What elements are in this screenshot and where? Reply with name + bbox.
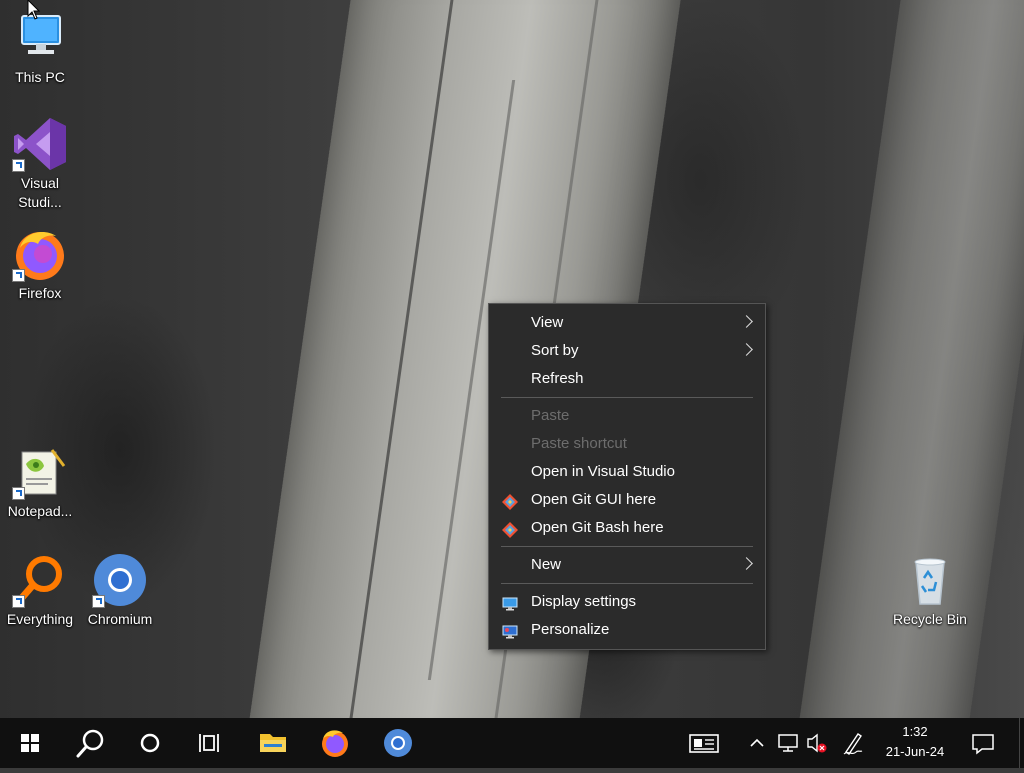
recycle-bin-icon	[902, 552, 958, 608]
cortana-circle-icon	[140, 733, 160, 753]
task-view-button[interactable]	[185, 718, 235, 768]
menu-item-label: Open Git GUI here	[531, 491, 657, 508]
start-button[interactable]	[5, 718, 55, 768]
menu-item-open-in-visual-studio[interactable]: Open in Visual Studio	[489, 458, 765, 486]
desktop-icon-visual-studio[interactable]: Visual Studi...	[1, 116, 79, 212]
git-gui-icon	[502, 492, 518, 510]
taskbar-firefox[interactable]	[310, 718, 360, 768]
desktop-icon-label: Visual Studi...	[18, 175, 62, 210]
menu-separator	[501, 546, 753, 547]
desktop-icon-label: Everything	[6, 611, 74, 627]
display-icon	[502, 594, 518, 611]
personalize-icon	[502, 622, 518, 639]
menu-item-refresh[interactable]: Refresh	[489, 365, 765, 393]
chromium-icon	[92, 552, 148, 608]
menu-item-label: Open Git Bash here	[531, 519, 664, 536]
desktop-icon-firefox[interactable]: Firefox	[1, 226, 79, 303]
notepad-plus-plus-icon	[12, 444, 68, 500]
mouse-cursor-icon	[27, 0, 41, 25]
network-icon	[778, 734, 798, 752]
chevron-right-icon	[740, 315, 753, 328]
desktop[interactable]: This PC Visual Studi... Firefox Notepad.…	[0, 0, 1024, 718]
menu-item-open-git-gui[interactable]: Open Git GUI here	[489, 486, 765, 514]
pen-icon	[843, 733, 863, 755]
volume-button[interactable]	[804, 718, 832, 768]
taskbar-clock[interactable]: 1:32 21-Jun-24	[876, 722, 954, 762]
desktop-icon-label: Notepad...	[7, 503, 73, 519]
menu-separator	[501, 583, 753, 584]
cortana-button[interactable]	[125, 718, 175, 768]
menu-item-paste: Paste	[489, 402, 765, 430]
menu-item-label: Paste shortcut	[531, 435, 627, 452]
desktop-icon-recycle-bin[interactable]: Recycle Bin	[891, 552, 969, 629]
menu-item-label: View	[531, 314, 564, 331]
chevron-up-icon	[750, 738, 764, 747]
chromium-icon	[384, 729, 412, 757]
show-desktop-button[interactable]	[1019, 718, 1024, 768]
menu-item-label: Personalize	[531, 621, 610, 638]
shortcut-arrow-icon	[12, 595, 25, 608]
notification-icon	[972, 734, 994, 755]
search-icon	[76, 729, 104, 758]
menu-item-personalize[interactable]: Personalize	[489, 616, 765, 644]
menu-separator	[501, 397, 753, 398]
shortcut-arrow-icon	[12, 269, 25, 282]
taskbar-chromium[interactable]	[372, 718, 422, 768]
clock-time: 1:32	[902, 724, 928, 739]
taskbar: 1:32 21-Jun-24	[0, 718, 1024, 768]
menu-item-new[interactable]: New	[489, 551, 765, 579]
folder-icon	[260, 734, 286, 752]
menu-item-label: New	[531, 556, 562, 573]
action-center-button[interactable]	[968, 718, 998, 768]
windows-logo-icon	[21, 734, 39, 752]
pen-workspace-button[interactable]	[840, 718, 868, 768]
menu-item-sort-by[interactable]: Sort by	[489, 337, 765, 365]
network-button[interactable]	[774, 718, 802, 768]
menu-item-label: Open in Visual Studio	[531, 463, 675, 480]
shortcut-arrow-icon	[92, 595, 105, 608]
show-hidden-icons-button[interactable]	[745, 718, 769, 768]
desktop-context-menu: View Sort by Refresh Paste Paste shortcu…	[488, 303, 766, 650]
menu-item-label: Sort by	[531, 342, 579, 359]
desktop-icon-label: This PC	[15, 69, 65, 85]
menu-item-view[interactable]: View	[489, 309, 765, 337]
volume-muted-icon	[807, 733, 827, 753]
shortcut-arrow-icon	[12, 159, 25, 172]
taskbar-file-explorer[interactable]	[248, 718, 298, 768]
visual-studio-icon	[12, 116, 68, 172]
desktop-icon-notepad[interactable]: Notepad...	[1, 444, 79, 521]
desktop-icon-label: Firefox	[18, 285, 62, 301]
git-bash-icon	[502, 520, 518, 538]
firefox-icon	[12, 226, 68, 282]
search-button[interactable]	[65, 718, 115, 768]
chevron-right-icon	[740, 557, 753, 570]
desktop-icon-label: Chromium	[87, 611, 153, 627]
clock-date: 21-Jun-24	[885, 744, 945, 759]
menu-item-open-git-bash[interactable]: Open Git Bash here	[489, 514, 765, 542]
everything-search-icon	[12, 552, 68, 608]
chevron-right-icon	[740, 343, 753, 356]
desktop-icon-everything[interactable]: Everything	[1, 552, 79, 629]
news-and-interests-button[interactable]	[685, 718, 725, 768]
menu-item-display-settings[interactable]: Display settings	[489, 588, 765, 616]
firefox-icon	[322, 730, 348, 757]
menu-item-label: Paste	[531, 407, 570, 424]
menu-item-paste-shortcut: Paste shortcut	[489, 430, 765, 458]
news-icon	[689, 734, 719, 753]
menu-item-label: Refresh	[531, 370, 584, 387]
desktop-icon-label: Recycle Bin	[893, 611, 967, 627]
menu-item-label: Display settings	[531, 593, 637, 610]
desktop-icon-chromium[interactable]: Chromium	[81, 552, 159, 629]
task-view-icon	[199, 734, 219, 752]
shortcut-arrow-icon	[12, 487, 25, 500]
